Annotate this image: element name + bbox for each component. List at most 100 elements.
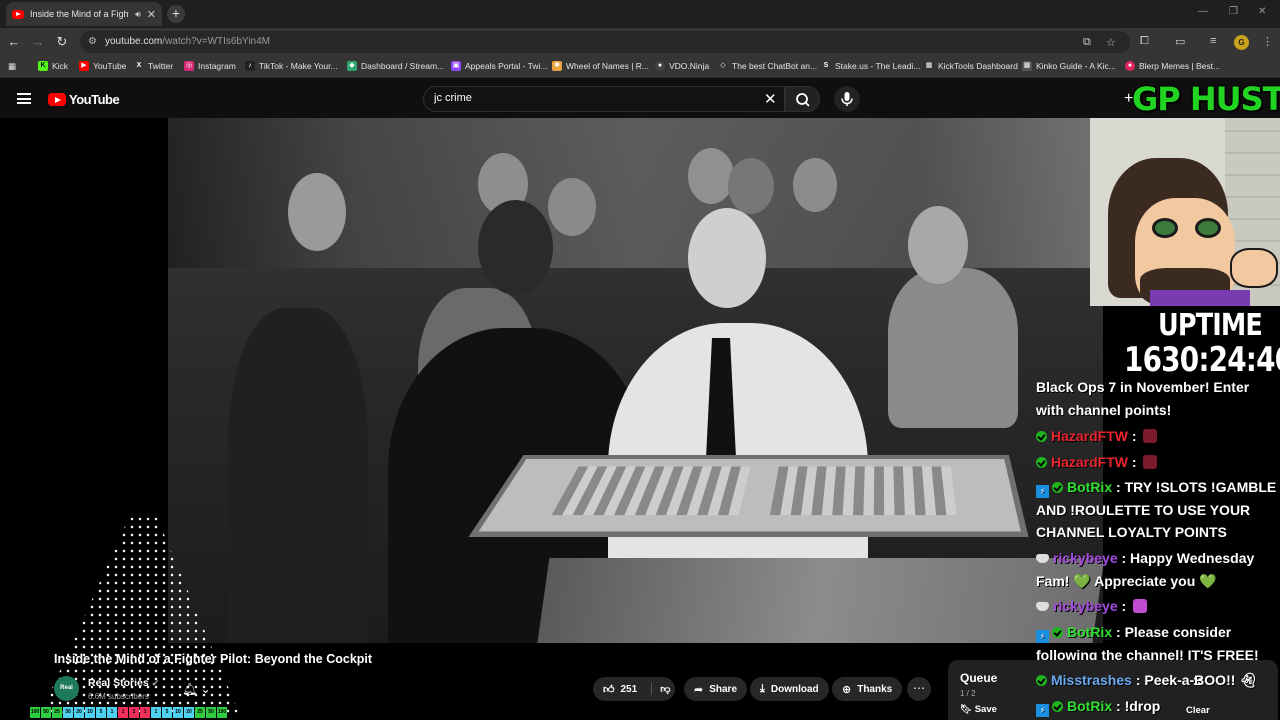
- pilot-head: [478, 200, 553, 295]
- queue-save-button[interactable]: 🔖︎ Save: [960, 704, 997, 715]
- bookmark-instagram[interactable]: ◎ Instagram: [184, 61, 236, 71]
- bookmark-appeals[interactable]: ▣ Appeals Portal - Twi...: [451, 61, 548, 71]
- youtube-icon: ▶: [79, 61, 89, 71]
- extensions-icon[interactable]: ⧠: [1140, 35, 1149, 48]
- video-title: Inside the Mind of a Fighter Pilot: Beyo…: [54, 652, 373, 666]
- level-cell: 1: [118, 707, 128, 718]
- tab-close-icon[interactable]: ✕: [147, 8, 156, 21]
- bookmark-kinko[interactable]: ▦ Kinko Guide - A Kic...: [1022, 61, 1116, 71]
- restore-icon[interactable]: ❐: [1229, 6, 1238, 17]
- search-button[interactable]: [785, 86, 820, 112]
- youtube-favicon-icon: [12, 9, 24, 19]
- bookmark-label: Stake.us - The Leadi...: [835, 61, 921, 71]
- person-back-4-head: [728, 158, 774, 214]
- bookmark-chatbot[interactable]: ◇ The best ChatBot an...: [718, 61, 817, 71]
- level-cell: 50: [41, 707, 51, 718]
- voice-search-button[interactable]: [834, 86, 860, 112]
- chat-user: Misstrashes: [1051, 672, 1132, 688]
- speaker-icon[interactable]: 🔊︎: [135, 9, 141, 20]
- streamer-avatar: [1090, 118, 1280, 306]
- thanks-icon: ⊕: [842, 683, 852, 696]
- more-actions-icon[interactable]: ⋯: [907, 677, 931, 701]
- tab-title: Inside the Mind of a Fighte: [30, 9, 130, 19]
- media-controls-icon[interactable]: ≡: [1210, 35, 1216, 47]
- apps-grid-icon[interactable]: ▦: [8, 61, 16, 72]
- bookmark-blerp[interactable]: ● Blerp Memes | Best...: [1125, 61, 1220, 71]
- bookmark-label: Kinko Guide - A Kic...: [1036, 61, 1116, 71]
- forward-arrow-icon[interactable]: →: [30, 34, 46, 49]
- backgammon-board: [468, 454, 1029, 538]
- thanks-button[interactable]: ⊕ Thanks: [832, 677, 903, 701]
- bookmark-label: Dashboard / Stream...: [361, 61, 445, 71]
- video-player[interactable]: [168, 118, 1103, 643]
- channel-name-text: Real Stories: [88, 677, 149, 689]
- bookmark-dashboard[interactable]: ◆ Dashboard / Stream...: [347, 61, 444, 71]
- level-cell: 10: [173, 707, 183, 718]
- profile-avatar[interactable]: G: [1234, 35, 1249, 50]
- queue-save-label: Save: [974, 704, 997, 715]
- bookmark-wheel[interactable]: ✺ Wheel of Names | R...: [552, 61, 649, 71]
- thanks-label: Thanks: [857, 683, 893, 695]
- site-info-icon[interactable]: ⚙: [88, 36, 97, 47]
- browser-toolbar: ← → ↻ ⚙ youtube.com/watch?v=WTIs6bYin4M …: [0, 28, 1280, 56]
- youtube-play-icon: [48, 93, 66, 106]
- bookmark-youtube[interactable]: ▶ YouTube: [79, 61, 126, 71]
- share-button[interactable]: ➦ Share: [684, 677, 748, 701]
- bookmark-kick[interactable]: K Kick: [38, 61, 68, 71]
- chat-user: BotRix: [1067, 479, 1113, 495]
- back-arrow-icon[interactable]: ←: [6, 34, 22, 49]
- bookmark-star-icon[interactable]: ☆: [1106, 36, 1116, 49]
- reload-icon[interactable]: ↻: [54, 34, 70, 50]
- level-cell: 25: [52, 707, 62, 718]
- url-host: youtube.com: [105, 36, 163, 47]
- channel-avatar[interactable]: Real Stories: [54, 676, 79, 716]
- menu-hamburger-icon[interactable]: [17, 93, 31, 104]
- like-thumb-icon[interactable]: 👍︎: [603, 683, 615, 696]
- bookmark-stake[interactable]: S Stake.us - The Leadi...: [821, 61, 920, 71]
- clear-search-icon[interactable]: ✕: [764, 90, 777, 108]
- download-button[interactable]: ⤓ Download: [750, 677, 829, 701]
- install-app-icon[interactable]: ⧉: [1083, 36, 1091, 49]
- like-count[interactable]: 251: [621, 684, 638, 695]
- verified-badge-icon: [1052, 627, 1063, 638]
- notification-bell-icon[interactable]: 🔔︎ ⌄: [182, 682, 211, 696]
- bookmark-twitter[interactable]: X Twitter: [134, 61, 173, 71]
- ghost-emote-icon: 👻︎: [1239, 672, 1258, 688]
- person-right-head: [908, 206, 968, 284]
- youtube-logo[interactable]: YouTube: [48, 92, 120, 107]
- browser-tab-active[interactable]: Inside the Mind of a Fighte 🔊︎ ✕: [6, 2, 162, 26]
- person-back-3-head: [688, 148, 734, 204]
- verified-check-icon: ✔: [151, 678, 160, 688]
- address-bar[interactable]: ⚙ youtube.com/watch?v=WTIs6bYin4M ⧉ ☆: [80, 31, 1130, 53]
- window-close-icon[interactable]: ✕: [1258, 6, 1266, 17]
- diamond-icon: ◇: [718, 61, 728, 71]
- chat-user: HazardFTW: [1051, 454, 1128, 470]
- chrome-menu-icon[interactable]: ⋮: [1262, 35, 1273, 48]
- browser-tabstrip: Inside the Mind of a Fighte 🔊︎ ✕ + — ❐ ✕: [0, 0, 1280, 28]
- share-arrow-icon: ➦: [694, 683, 704, 696]
- level-cell: 1: [151, 707, 161, 718]
- minimize-icon[interactable]: —: [1198, 6, 1208, 17]
- level-cell: 100: [217, 707, 227, 718]
- dislike-thumb-icon[interactable]: 👎︎: [651, 683, 670, 695]
- mask-badge-icon: [1036, 602, 1049, 611]
- youtube-header: YouTube ✕ +: [0, 78, 1280, 118]
- bot-badge-icon: ⚡: [1036, 630, 1049, 643]
- youtube-logo-text: YouTube: [69, 92, 120, 107]
- bookmark-tiktok[interactable]: ♪ TikTok - Make Your...: [245, 61, 338, 71]
- level-cell: 2: [129, 707, 139, 718]
- cast-icon[interactable]: ▭: [1175, 35, 1185, 48]
- microphone-icon: [841, 92, 853, 106]
- bookmark-label: Blerp Memes | Best...: [1139, 61, 1221, 71]
- level-cell: 20: [184, 707, 194, 718]
- bookmark-vdo[interactable]: ● VDO.Ninja: [655, 61, 709, 71]
- verified-badge-icon: [1052, 482, 1063, 493]
- search-input[interactable]: [434, 92, 734, 104]
- level-cell: 5: [96, 707, 106, 718]
- new-tab-button[interactable]: +: [167, 5, 185, 23]
- verified-badge-icon: [1036, 431, 1047, 442]
- queue-clear-button[interactable]: Clear: [1186, 705, 1210, 716]
- bookmark-label: TikTok - Make Your...: [259, 61, 338, 71]
- channel-name[interactable]: Real Stories ✔: [88, 677, 159, 689]
- bookmark-kicktools[interactable]: ▦ KickTools Dashboard: [924, 61, 1018, 71]
